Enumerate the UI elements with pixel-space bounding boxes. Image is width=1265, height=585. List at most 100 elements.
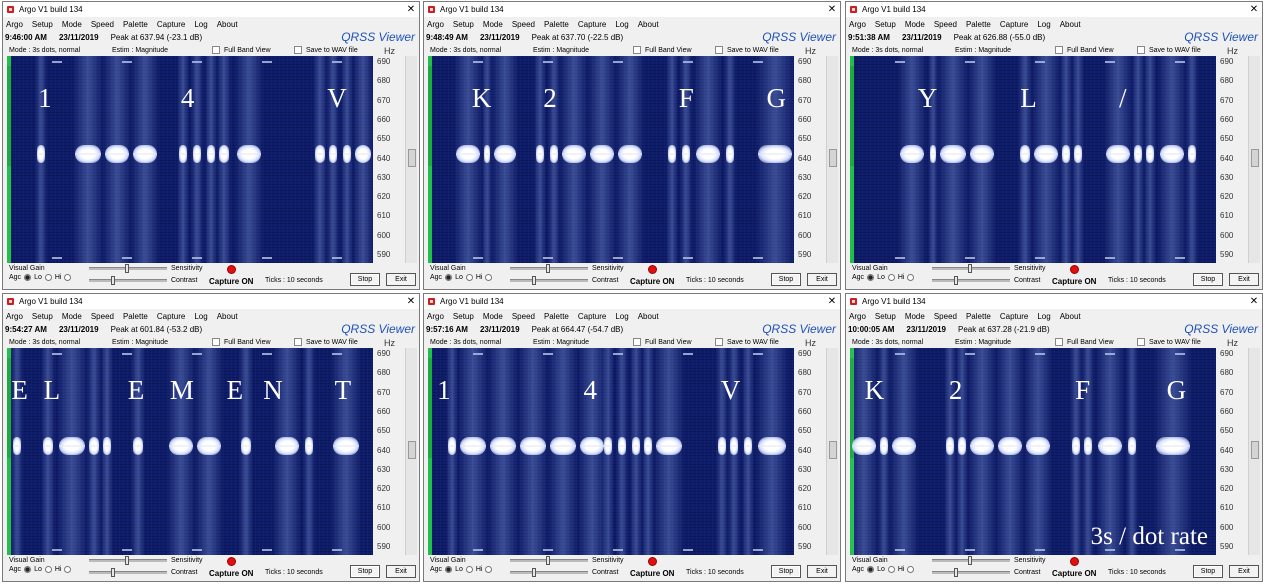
sensitivity-slider[interactable] [510, 264, 588, 273]
title-bar[interactable]: Argo V1 build 134 ✕ [846, 2, 1262, 17]
menu-item-log[interactable]: Log [615, 312, 628, 321]
agc-radio[interactable] [867, 566, 875, 573]
checkbox-icon[interactable] [294, 338, 302, 346]
contrast-slider[interactable] [932, 276, 1010, 285]
menu-item-speed[interactable]: Speed [512, 20, 535, 29]
menu-item-palette[interactable]: Palette [123, 20, 148, 29]
menu-item-argo[interactable]: Argo [6, 312, 23, 321]
vertical-scrollbar[interactable] [405, 348, 417, 555]
slider-knob[interactable] [532, 276, 536, 285]
scrollbar-thumb[interactable] [1251, 149, 1259, 167]
hi-radio[interactable] [485, 274, 493, 281]
menu-item-speed[interactable]: Speed [91, 312, 114, 321]
close-button[interactable]: ✕ [824, 294, 840, 309]
menu-item-log[interactable]: Log [1037, 312, 1050, 321]
menu-item-speed[interactable]: Speed [934, 312, 957, 321]
exit-button[interactable]: Exit [1229, 565, 1259, 578]
exit-button[interactable]: Exit [386, 565, 416, 578]
scrollbar-thumb[interactable] [408, 149, 416, 167]
spectrogram[interactable]: K 2 F G [428, 56, 794, 263]
slider-knob[interactable] [954, 568, 958, 577]
save-wav-checkbox[interactable]: Save to WAV file [1137, 46, 1201, 54]
close-button[interactable]: ✕ [1246, 294, 1262, 309]
slider-knob[interactable] [125, 264, 129, 273]
full-band-view-checkbox[interactable]: Full Band View [633, 46, 715, 54]
exit-button[interactable]: Exit [807, 273, 837, 286]
slider-knob[interactable] [532, 568, 536, 577]
contrast-slider[interactable] [89, 568, 167, 577]
menu-item-capture[interactable]: Capture [578, 20, 606, 29]
menu-item-speed[interactable]: Speed [91, 20, 114, 29]
full-band-view-checkbox[interactable]: Full Band View [633, 338, 715, 346]
checkbox-icon[interactable] [212, 338, 220, 346]
slider-knob[interactable] [546, 556, 550, 565]
vertical-scrollbar[interactable] [1248, 348, 1260, 555]
contrast-slider[interactable] [510, 568, 588, 577]
save-wav-checkbox[interactable]: Save to WAV file [715, 46, 779, 54]
agc-radio[interactable] [445, 274, 453, 281]
save-wav-checkbox[interactable]: Save to WAV file [715, 338, 779, 346]
spectrogram[interactable]: 1 4 V [7, 56, 373, 263]
sensitivity-slider[interactable] [89, 264, 167, 273]
checkbox-icon[interactable] [212, 46, 220, 54]
contrast-slider[interactable] [510, 276, 588, 285]
contrast-slider[interactable] [89, 276, 167, 285]
hi-radio[interactable] [64, 274, 72, 281]
stop-button[interactable]: Stop [1193, 565, 1223, 578]
sensitivity-slider[interactable] [510, 556, 588, 565]
save-wav-checkbox[interactable]: Save to WAV file [294, 46, 358, 54]
spectrogram[interactable]: 1 4 V [428, 348, 794, 555]
contrast-slider[interactable] [932, 568, 1010, 577]
checkbox-icon[interactable] [1055, 46, 1063, 54]
checkbox-icon[interactable] [715, 46, 723, 54]
menu-item-setup[interactable]: Setup [32, 20, 53, 29]
slider-knob[interactable] [125, 556, 129, 565]
menu-item-log[interactable]: Log [194, 20, 207, 29]
lo-radio[interactable] [465, 274, 473, 281]
checkbox-icon[interactable] [294, 46, 302, 54]
menu-item-setup[interactable]: Setup [453, 312, 474, 321]
checkbox-icon[interactable] [1137, 338, 1145, 346]
scrollbar-thumb[interactable] [1251, 441, 1259, 459]
slider-knob[interactable] [111, 568, 115, 577]
slider-knob[interactable] [968, 556, 972, 565]
lo-radio[interactable] [887, 274, 895, 281]
menu-item-mode[interactable]: Mode [483, 312, 503, 321]
vertical-scrollbar[interactable] [1248, 56, 1260, 263]
close-button[interactable]: ✕ [1246, 2, 1262, 17]
full-band-view-checkbox[interactable]: Full Band View [212, 338, 294, 346]
menu-item-palette[interactable]: Palette [544, 20, 569, 29]
menu-item-argo[interactable]: Argo [427, 312, 444, 321]
agc-radio[interactable] [24, 566, 32, 573]
menu-item-mode[interactable]: Mode [483, 20, 503, 29]
title-bar[interactable]: Argo V1 build 134 ✕ [424, 2, 840, 17]
lo-radio[interactable] [465, 566, 473, 573]
lo-radio[interactable] [44, 566, 52, 573]
sensitivity-slider[interactable] [932, 264, 1010, 273]
slider-knob[interactable] [546, 264, 550, 273]
menu-item-argo[interactable]: Argo [427, 20, 444, 29]
full-band-view-checkbox[interactable]: Full Band View [212, 46, 294, 54]
stop-button[interactable]: Stop [771, 273, 801, 286]
lo-radio[interactable] [887, 566, 895, 573]
menu-item-argo[interactable]: Argo [849, 312, 866, 321]
menu-item-mode[interactable]: Mode [62, 312, 82, 321]
title-bar[interactable]: Argo V1 build 134 ✕ [3, 2, 419, 17]
menu-item-capture[interactable]: Capture [1000, 20, 1028, 29]
scrollbar-thumb[interactable] [829, 149, 837, 167]
spectrogram[interactable]: K 2 F G 3s / dot rate [850, 348, 1216, 555]
hi-radio[interactable] [907, 566, 915, 573]
checkbox-icon[interactable] [1055, 338, 1063, 346]
checkbox-icon[interactable] [715, 338, 723, 346]
scrollbar-thumb[interactable] [829, 441, 837, 459]
save-wav-checkbox[interactable]: Save to WAV file [294, 338, 358, 346]
vertical-scrollbar[interactable] [826, 56, 838, 263]
sensitivity-slider[interactable] [932, 556, 1010, 565]
menu-item-setup[interactable]: Setup [453, 20, 474, 29]
menu-item-capture[interactable]: Capture [1000, 312, 1028, 321]
menu-item-setup[interactable]: Setup [875, 20, 896, 29]
menu-item-about[interactable]: About [638, 20, 659, 29]
menu-item-log[interactable]: Log [1037, 20, 1050, 29]
hi-radio[interactable] [907, 274, 915, 281]
vertical-scrollbar[interactable] [826, 348, 838, 555]
